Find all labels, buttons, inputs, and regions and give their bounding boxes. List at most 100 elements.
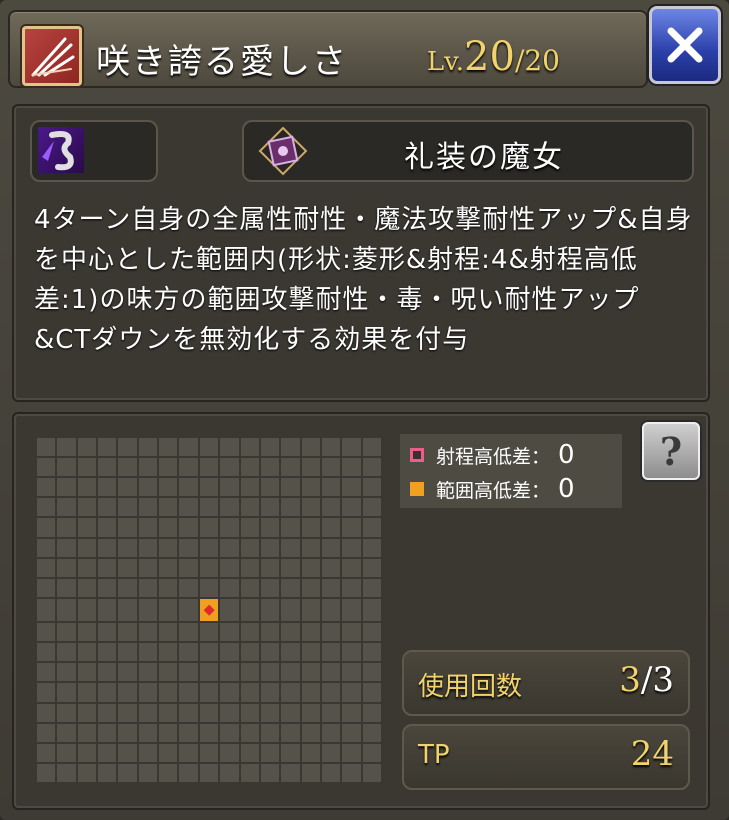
range-cell — [57, 663, 76, 682]
range-cell — [342, 518, 361, 537]
range-cell — [240, 598, 259, 622]
range-cell — [220, 498, 239, 517]
range-cell — [37, 578, 56, 597]
range-cell — [220, 723, 239, 742]
range-cell — [362, 723, 381, 742]
range-cell — [98, 558, 117, 577]
range-cell — [98, 703, 117, 722]
legend-row-range-height: 射程高低差： 0 — [410, 440, 575, 470]
range-cell — [138, 478, 158, 497]
range-cell — [179, 643, 198, 662]
range-cell — [159, 558, 178, 577]
range-cell — [98, 683, 117, 702]
range-center-cell — [199, 598, 219, 622]
range-cell — [179, 438, 198, 457]
range-cell — [301, 538, 320, 557]
range-cell — [118, 723, 137, 742]
range-cell — [179, 763, 198, 782]
range-cell — [159, 598, 178, 622]
range-cell — [281, 763, 300, 782]
range-cell — [281, 623, 300, 642]
range-cell — [57, 558, 76, 577]
range-cell — [240, 703, 259, 722]
range-cell — [57, 763, 76, 782]
range-cell — [240, 518, 259, 537]
range-cell — [98, 623, 117, 642]
range-cell — [179, 498, 198, 517]
range-cell — [220, 458, 239, 477]
range-cell — [240, 578, 259, 597]
range-cell — [77, 538, 97, 557]
dark-attribute-icon — [38, 127, 84, 173]
range-cell — [118, 538, 137, 557]
range-cell — [179, 743, 198, 762]
range-cell — [281, 683, 300, 702]
range-cell — [240, 683, 259, 702]
range-cell — [321, 458, 341, 477]
range-cell — [301, 623, 320, 642]
range-cell — [260, 663, 280, 682]
range-cell — [77, 498, 97, 517]
range-cell — [240, 438, 259, 457]
range-cell — [57, 578, 76, 597]
range-cell — [159, 578, 178, 597]
range-cell — [199, 683, 219, 702]
range-cell — [281, 558, 300, 577]
range-cell — [199, 498, 219, 517]
range-cell — [37, 763, 56, 782]
range-cell — [362, 558, 381, 577]
help-icon: ? — [659, 428, 683, 474]
range-cell — [342, 598, 361, 622]
range-cell — [98, 438, 117, 457]
range-cell — [77, 458, 97, 477]
range-cell — [362, 743, 381, 762]
uses-max: /3 — [640, 660, 674, 700]
range-cell — [240, 763, 259, 782]
range-cell — [301, 458, 320, 477]
range-cell — [220, 598, 239, 622]
range-cell — [57, 643, 76, 662]
range-cell — [342, 538, 361, 557]
range-cell — [281, 498, 300, 517]
range-cell — [98, 723, 117, 742]
range-cell — [98, 478, 117, 497]
uses-current: 3 — [619, 660, 641, 700]
range-cell — [281, 518, 300, 537]
range-cell — [220, 438, 239, 457]
spellbook-icon — [258, 126, 308, 176]
range-cell — [260, 498, 280, 517]
range-cell — [98, 498, 117, 517]
range-cell — [321, 683, 341, 702]
range-cell — [77, 723, 97, 742]
close-button[interactable] — [649, 6, 721, 84]
range-cell — [342, 643, 361, 662]
range-cell — [362, 763, 381, 782]
range-cell — [199, 763, 219, 782]
range-cell — [220, 558, 239, 577]
range-cell — [98, 538, 117, 557]
range-cell — [37, 643, 56, 662]
range-cell — [281, 538, 300, 557]
range-cell — [301, 558, 320, 577]
range-cell — [301, 683, 320, 702]
range-cell — [159, 538, 178, 557]
range-cell — [321, 498, 341, 517]
range-cell — [301, 478, 320, 497]
range-cell — [138, 438, 158, 457]
range-cell — [199, 643, 219, 662]
range-cell — [240, 743, 259, 762]
legend-value: 0 — [558, 474, 575, 504]
range-cell — [179, 598, 198, 622]
range-cell — [138, 458, 158, 477]
range-cell — [281, 743, 300, 762]
help-button[interactable]: ? — [642, 422, 700, 480]
range-cell — [37, 663, 56, 682]
range-cell — [260, 518, 280, 537]
range-cell — [301, 703, 320, 722]
range-cell — [77, 623, 97, 642]
range-cell — [342, 663, 361, 682]
skill-level: Lv.20/20 — [427, 34, 560, 80]
range-cell — [281, 598, 300, 622]
range-cell — [199, 458, 219, 477]
close-icon — [667, 27, 703, 63]
